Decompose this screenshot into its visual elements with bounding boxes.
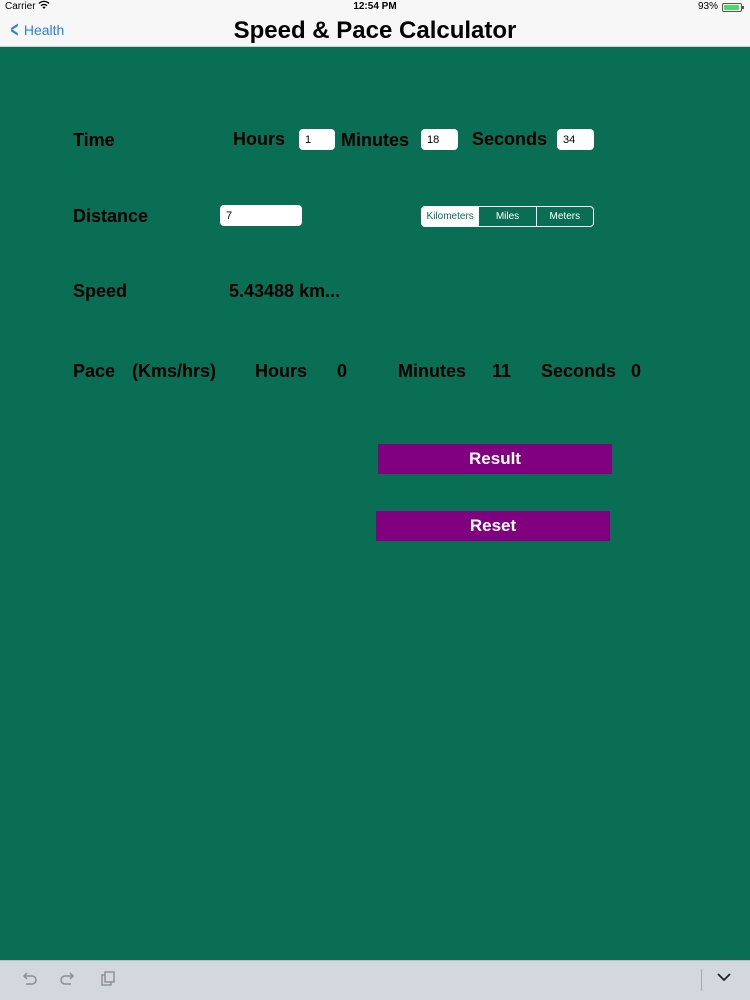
distance-label: Distance: [73, 206, 149, 226]
speed-label: Speed: [73, 281, 128, 301]
navigation-bar: < Health Speed & Pace Calculator: [0, 14, 750, 47]
time-minutes-label: Minutes: [341, 130, 410, 150]
battery-icon: [722, 3, 744, 12]
page-title: Speed & Pace Calculator: [233, 17, 517, 44]
unit-miles-segment[interactable]: Miles: [478, 207, 535, 226]
back-button[interactable]: < Health: [8, 17, 65, 42]
pace-minutes-label: Minutes: [398, 361, 467, 381]
distance-input[interactable]: [220, 205, 302, 226]
unit-kilometers-segment[interactable]: Kilometers: [422, 207, 479, 226]
result-button[interactable]: Result: [378, 444, 612, 474]
pace-label: Pace: [73, 361, 116, 381]
reset-button[interactable]: Reset: [376, 511, 610, 541]
speed-value: 5.43488 km...: [229, 281, 341, 301]
time-hours-input[interactable]: [299, 129, 335, 150]
chevron-down-icon[interactable]: [716, 969, 732, 990]
keyboard-toolbar: [0, 960, 750, 1000]
distance-unit-selector: Kilometers Miles Meters: [421, 206, 594, 227]
time-minutes-input[interactable]: [421, 129, 458, 150]
redo-icon[interactable]: [59, 970, 77, 993]
pace-minutes-value: 11: [492, 361, 512, 381]
unit-meters-segment[interactable]: Meters: [535, 207, 593, 226]
toolbar-divider: [701, 969, 702, 991]
pace-hours-label: Hours: [255, 361, 308, 381]
time-seconds-input[interactable]: [557, 129, 594, 150]
status-bar: Carrier 12:54 PM 93%: [0, 0, 750, 14]
battery-percent: 93%: [697, 1, 718, 12]
paste-icon[interactable]: [99, 970, 117, 993]
status-time: 12:54 PM: [353, 1, 397, 12]
time-hours-label: Hours: [233, 129, 286, 149]
undo-icon[interactable]: [20, 970, 38, 993]
time-seconds-label: Seconds: [472, 129, 548, 149]
pace-seconds-label: Seconds: [541, 361, 617, 381]
pace-seconds-value: 0: [631, 361, 642, 381]
pace-hours-value: 0: [337, 361, 348, 381]
chevron-left-icon: <: [10, 17, 19, 42]
pace-unit-label: (Kms/hrs): [132, 361, 217, 381]
back-button-label: Health: [23, 22, 65, 38]
time-label: Time: [73, 130, 115, 150]
